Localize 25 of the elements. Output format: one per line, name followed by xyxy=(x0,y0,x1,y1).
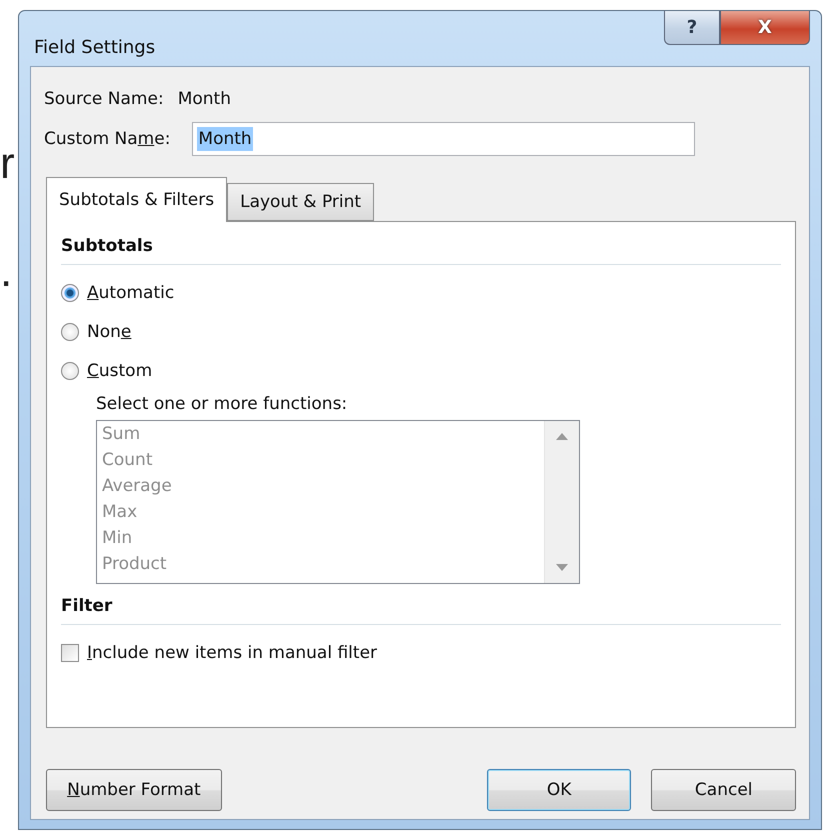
dialog-button[interactable]: Number Format xyxy=(46,769,222,811)
help-button[interactable]: ? xyxy=(664,11,720,45)
functions-label: Select one or more functions: xyxy=(96,394,348,414)
checkbox[interactable] xyxy=(61,644,79,662)
section-heading: Filter xyxy=(61,596,114,616)
tab[interactable]: Subtotals & Filters xyxy=(46,177,228,222)
window-title: Field Settings xyxy=(34,37,156,58)
option-label[interactable]: None xyxy=(87,322,132,342)
radio-button[interactable] xyxy=(61,322,79,340)
dialog-button[interactable]: Cancel xyxy=(651,769,796,811)
tab[interactable]: Layout & Print xyxy=(227,183,374,221)
radio-button[interactable] xyxy=(61,284,79,302)
field-label: Custom Name: xyxy=(44,129,170,149)
field-value: Month xyxy=(178,89,231,109)
background-text: r xyxy=(0,140,16,188)
close-button[interactable]: X xyxy=(720,11,810,45)
section-heading: Subtotals xyxy=(61,236,154,256)
background-text: . xyxy=(0,248,14,296)
custom-name-field[interactable]: Month xyxy=(192,122,696,156)
field-label: Source Name: xyxy=(44,89,164,109)
option-label[interactable]: Custom xyxy=(87,360,152,380)
option-label[interactable]: Automatic xyxy=(87,282,174,302)
radio-button[interactable] xyxy=(61,362,79,380)
dialog-button[interactable]: OK xyxy=(486,769,632,811)
checkbox-label[interactable]: Include new items in manual filter xyxy=(87,642,378,662)
